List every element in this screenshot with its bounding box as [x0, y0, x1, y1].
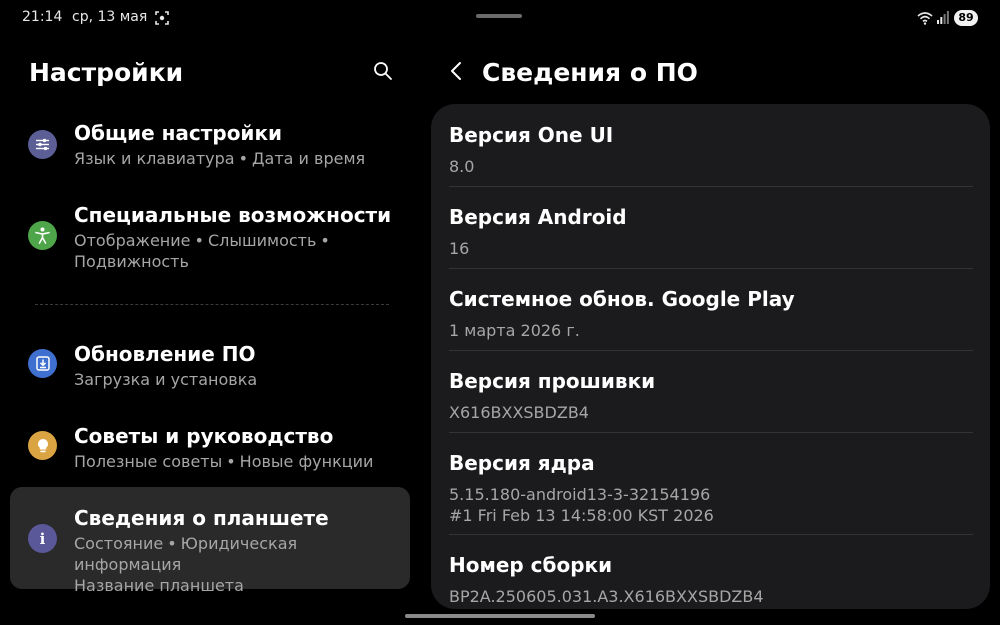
home-indicator[interactable]: [405, 614, 595, 618]
info-row-build-number[interactable]: Номер сборки BP2A.250605.031.A3.X616BXXS…: [449, 553, 973, 609]
row-divider: [449, 534, 973, 535]
signal-icon: [937, 11, 949, 24]
info-label: Версия прошивки: [449, 369, 656, 393]
menu-item-subtitle: Загрузка и установка: [74, 370, 258, 389]
chevron-left-icon: [450, 61, 462, 86]
settings-item-about-tablet[interactable]: i Сведения о планшете Состояние • Юридичес…: [10, 487, 410, 595]
info-row-one-ui[interactable]: Версия One UI 8.0: [449, 123, 973, 183]
menu-item-title: Обновление ПО: [74, 342, 256, 366]
info-label: Номер сборки: [449, 553, 613, 577]
menu-item-subtitle: Состояние • Юридическая информация Название…: [74, 534, 298, 595]
info-icon: i: [28, 524, 57, 553]
software-info-card: Версия One UI 8.0 Версия Android 16 Сист…: [431, 104, 990, 609]
status-date: ср, 13 мая: [72, 9, 148, 25]
info-value: 8.0: [449, 157, 475, 176]
info-label: Версия Android: [449, 205, 627, 229]
status-time: 21:14: [22, 9, 63, 25]
info-row-android[interactable]: Версия Android 16: [449, 205, 973, 265]
status-bar: 21:14 ср, 13 мая 89: [0, 0, 1000, 36]
screenshot-icon: [155, 11, 169, 25]
wifi-icon: [917, 11, 933, 25]
row-divider: [449, 268, 973, 269]
info-label: Системное обнов. Google Play: [449, 287, 795, 311]
menu-item-title: Специальные возможности: [74, 203, 392, 227]
sliders-icon: [28, 130, 57, 159]
section-divider: [35, 304, 389, 305]
menu-item-title: Сведения о планшете: [74, 506, 329, 530]
info-row-google-play-update[interactable]: Системное обнов. Google Play 1 марта 202…: [449, 287, 973, 347]
software-update-icon: [28, 349, 57, 378]
search-button[interactable]: [368, 58, 398, 88]
page-title-software-info: Сведения о ПО: [482, 58, 698, 87]
row-divider: [449, 432, 973, 433]
back-button[interactable]: [444, 58, 468, 88]
drag-handle[interactable]: [476, 14, 522, 18]
settings-item-software-update[interactable]: Обновление ПО Загрузка и установка: [10, 331, 410, 405]
info-label: Версия ядра: [449, 451, 595, 475]
info-row-firmware[interactable]: Версия прошивки X616BXXSBDZB4: [449, 369, 973, 429]
info-value: 5.15.180-android13-3-32154196 #1 Fri Feb …: [449, 485, 714, 525]
settings-item-general[interactable]: Общие настройки Язык и клавиатура • Дата и…: [10, 110, 410, 184]
info-label: Версия One UI: [449, 123, 614, 147]
info-value: 16: [449, 239, 470, 258]
info-value: X616BXXSBDZB4: [449, 403, 589, 422]
lightbulb-icon: [28, 431, 57, 460]
settings-item-accessibility[interactable]: Специальные возможности Отображение • Слыш…: [10, 192, 410, 284]
menu-item-subtitle: Язык и клавиатура • Дата и время: [74, 149, 366, 168]
search-icon: [373, 61, 393, 86]
menu-item-subtitle: Отображение • Слышимость • Подвижность: [74, 231, 330, 271]
menu-item-title: Общие настройки: [74, 121, 283, 145]
row-divider: [449, 350, 973, 351]
menu-item-title: Советы и руководство: [74, 424, 334, 448]
info-value: BP2A.250605.031.A3.X616BXXSBDZB4: [449, 587, 764, 606]
page-title-settings: Настройки: [29, 58, 184, 87]
info-row-kernel[interactable]: Версия ядра 5.15.180-android13-3-3215419…: [449, 451, 973, 533]
settings-item-tips[interactable]: Советы и руководство Полезные советы • Нов…: [10, 413, 410, 487]
row-divider: [449, 186, 973, 187]
info-value: 1 марта 2026 г.: [449, 321, 580, 340]
accessibility-icon: [28, 221, 57, 250]
battery-indicator: 89: [954, 10, 978, 26]
menu-item-subtitle: Полезные советы • Новые функции: [74, 452, 374, 471]
